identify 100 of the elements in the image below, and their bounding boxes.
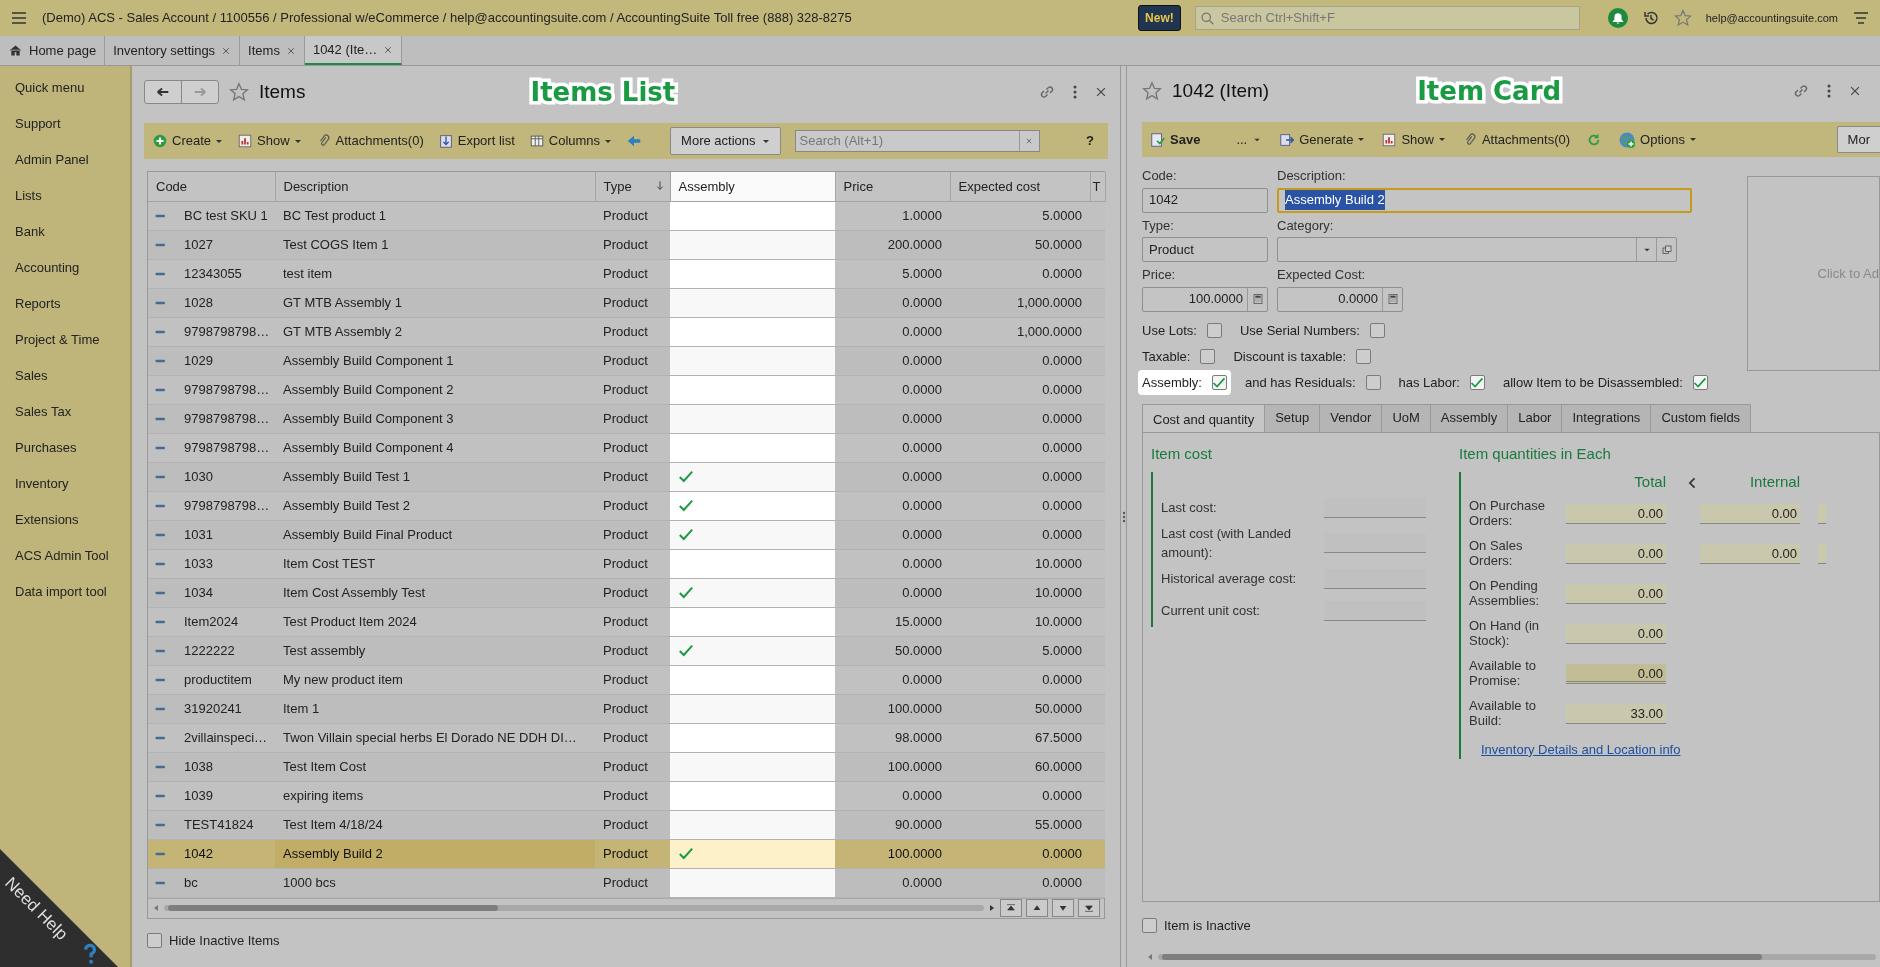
checkbox[interactable] bbox=[1356, 349, 1372, 365]
table-row[interactable]: 9798798798… Assembly Build Component 3 Product 0.0000 0.0000 bbox=[148, 404, 1105, 433]
first-button[interactable] bbox=[1000, 899, 1022, 917]
toolbar-button[interactable]: Options bbox=[1618, 129, 1697, 150]
form-tab[interactable]: UoM bbox=[1381, 403, 1431, 433]
sidebar-item[interactable]: Data import tool bbox=[0, 574, 130, 610]
checkbox[interactable] bbox=[1369, 323, 1385, 339]
column-header[interactable]: Type bbox=[595, 172, 670, 201]
checkbox[interactable] bbox=[147, 932, 162, 948]
user-email[interactable]: help@accountingsuite.com bbox=[1705, 9, 1838, 27]
input-field[interactable]: 0.00 bbox=[1566, 503, 1666, 524]
star-icon[interactable] bbox=[1673, 9, 1692, 27]
table-row[interactable]: 9798798798… Assembly Build Component 4 Product 0.0000 0.0000 bbox=[148, 433, 1105, 462]
table-row[interactable]: 1038 Test Item Cost Product 100.0000 60.0000 bbox=[148, 752, 1105, 781]
sidebar-item[interactable]: Purchases bbox=[0, 430, 130, 466]
toolbar-button[interactable]: Generate bbox=[1279, 129, 1366, 150]
input-field[interactable] bbox=[1818, 543, 1826, 564]
table-row[interactable]: 1031 Assembly Build Final Product Product 0.0000 0.0000 bbox=[148, 520, 1105, 549]
checkbox[interactable] bbox=[1142, 918, 1157, 934]
table-row[interactable]: TEST41824 Test Item 4/18/24 Product 90.0000 55.0000 bbox=[148, 810, 1105, 839]
sidebar-item[interactable]: Extensions bbox=[0, 502, 130, 538]
new-badge[interactable]: New! bbox=[1138, 5, 1181, 31]
calculator-icon[interactable] bbox=[1386, 293, 1399, 306]
window-tab[interactable]: Home page bbox=[0, 36, 106, 65]
up-button[interactable] bbox=[1026, 899, 1048, 917]
filter-icon[interactable] bbox=[1852, 9, 1870, 27]
table-row[interactable]: 2villainspeci… Twon Villain special herbs El Dorado NE DDH DI… Product 98.0000 67.5000 bbox=[148, 723, 1105, 752]
close-icon[interactable] bbox=[383, 44, 394, 55]
form-tab[interactable]: Labor bbox=[1507, 403, 1563, 433]
table-row[interactable]: 9798798798… Assembly Build Component 2 Product 0.0000 0.0000 bbox=[148, 375, 1105, 404]
search-field[interactable]: Search (Alt+1) bbox=[795, 131, 1019, 151]
window-tab[interactable]: Inventory settings bbox=[105, 36, 241, 65]
input-field[interactable]: 0.00 bbox=[1566, 623, 1666, 644]
table-row[interactable]: bc 1000 bcs Product 0.0000 0.0000 bbox=[148, 868, 1105, 897]
checkbox[interactable] bbox=[1211, 375, 1227, 391]
open-icon[interactable] bbox=[1660, 243, 1673, 256]
table-row[interactable]: 1034 Item Cost Assembly Test Product 0.0000 10.0000 bbox=[148, 578, 1105, 607]
splitter-handle[interactable] bbox=[1121, 510, 1126, 523]
calculator-icon[interactable] bbox=[1251, 293, 1264, 306]
input-field[interactable]: 1042 bbox=[1142, 187, 1268, 213]
last-button[interactable] bbox=[1078, 899, 1100, 917]
star-icon[interactable] bbox=[229, 82, 249, 102]
table-row[interactable]: BC test SKU 1 BC Test product 1 Product 1.0000 5.0000 bbox=[148, 201, 1105, 230]
menu-icon[interactable] bbox=[10, 9, 28, 27]
sidebar-item[interactable]: Inventory bbox=[0, 466, 130, 502]
inventory-link[interactable]: Inventory Details and Location info bbox=[1481, 741, 1681, 757]
form-tab[interactable]: Vendor bbox=[1319, 403, 1383, 433]
toolbar-button[interactable]: Columns bbox=[528, 131, 613, 151]
search-field[interactable]: Search Ctrl+Shift+F bbox=[1218, 7, 1575, 29]
form-tab[interactable]: Custom fields bbox=[1650, 403, 1752, 433]
sidebar-item[interactable]: ACS Admin Tool bbox=[0, 538, 130, 574]
sidebar-item[interactable]: Project & Time bbox=[0, 322, 130, 358]
input-field[interactable]: 0.0000 bbox=[1277, 286, 1403, 312]
sidebar-item[interactable]: Sales Tax bbox=[0, 394, 130, 430]
search-box[interactable]: Search Ctrl+Shift+F bbox=[1194, 6, 1580, 30]
input-field[interactable] bbox=[1818, 503, 1826, 524]
column-header[interactable]: Price bbox=[835, 172, 950, 201]
close-icon[interactable] bbox=[221, 45, 232, 56]
input-field[interactable]: 0.00 bbox=[1700, 503, 1800, 524]
arrow-icon[interactable] bbox=[626, 133, 643, 149]
window-tab[interactable]: Items bbox=[240, 36, 305, 65]
link-icon[interactable] bbox=[1038, 83, 1056, 101]
sidebar-item[interactable]: Sales bbox=[0, 358, 130, 394]
history-icon[interactable] bbox=[1641, 9, 1660, 27]
table-row[interactable]: Item2024 Test Product Item 2024 Product 15.0000 10.0000 bbox=[148, 607, 1105, 636]
checkbox[interactable] bbox=[1200, 349, 1216, 365]
sidebar-item[interactable]: Quick menu bbox=[0, 70, 130, 106]
more-button[interactable]: ... bbox=[1236, 129, 1264, 150]
toolbar-button[interactable]: Attachments(0) bbox=[1461, 129, 1571, 150]
form-tab[interactable]: Cost and quantity bbox=[1142, 403, 1266, 433]
down-button[interactable] bbox=[1052, 899, 1074, 917]
table-row[interactable]: 1029 Assembly Build Component 1 Product 0.0000 0.0000 bbox=[148, 346, 1105, 375]
table-row[interactable]: 1030 Assembly Build Test 1 Product 0.0000 0.0000 bbox=[148, 462, 1105, 491]
table-row[interactable]: 9798798798… GT MTB Assembly 2 Product 0.0000 1,000.0000 bbox=[148, 317, 1105, 346]
input-field[interactable]: 0.00 bbox=[1566, 583, 1666, 604]
table-row[interactable]: 1028 GT MTB Assembly 1 Product 0.0000 1,000.0000 bbox=[148, 288, 1105, 317]
input-field[interactable]: Product bbox=[1142, 237, 1268, 263]
input-field[interactable] bbox=[1277, 237, 1677, 263]
sidebar-item[interactable]: Lists bbox=[0, 178, 130, 214]
sidebar-item[interactable]: Admin Panel bbox=[0, 142, 130, 178]
clear-icon[interactable] bbox=[1025, 137, 1033, 145]
sidebar-item[interactable]: Reports bbox=[0, 286, 130, 322]
close-icon[interactable] bbox=[1094, 85, 1108, 99]
checkbox[interactable] bbox=[1365, 375, 1381, 391]
scrollbar[interactable] bbox=[1158, 954, 1876, 961]
table-row[interactable]: 31920241 Item 1 Product 100.0000 50.0000 bbox=[148, 694, 1105, 723]
toolbar-button[interactable]: Create bbox=[152, 131, 224, 151]
help-link[interactable]: ? bbox=[1086, 131, 1094, 151]
checkbox[interactable] bbox=[1470, 375, 1485, 391]
input-field[interactable]: 0.00 bbox=[1566, 663, 1666, 684]
search-box[interactable]: Search (Alt+1) bbox=[794, 130, 1040, 152]
column-header[interactable]: Expected cost bbox=[950, 172, 1090, 201]
form-tab[interactable]: Assembly bbox=[1429, 403, 1509, 433]
input-field[interactable]: Assembly Build 2 bbox=[1277, 187, 1692, 213]
checkbox[interactable] bbox=[1692, 375, 1708, 391]
star-icon[interactable] bbox=[1142, 81, 1162, 102]
scrollbar[interactable] bbox=[164, 905, 984, 911]
input-field[interactable]: 0.00 bbox=[1566, 543, 1666, 564]
toolbar-button[interactable]: Show bbox=[1381, 129, 1446, 150]
checkbox[interactable] bbox=[1206, 323, 1222, 339]
